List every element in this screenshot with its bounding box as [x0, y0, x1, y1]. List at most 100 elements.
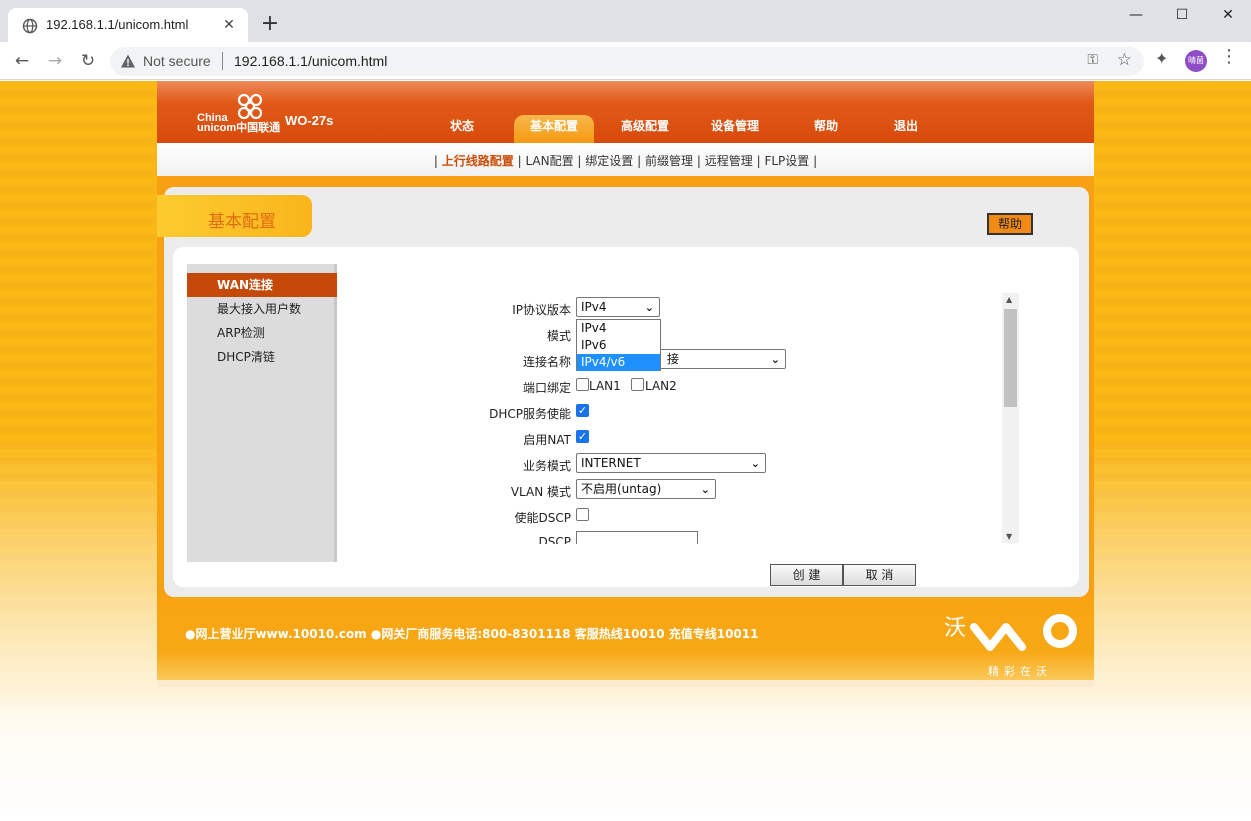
nat-enable-label: 启用NAT [523, 433, 571, 447]
new-tab-button[interactable]: + [258, 12, 282, 36]
wo-logo-glyph: 沃 [944, 616, 966, 641]
subnav-prefix-management[interactable]: 前缀管理 [645, 154, 693, 168]
sidebar-item-arp[interactable]: ARP检测 [187, 321, 337, 345]
cancel-button[interactable]: 取 消 [843, 564, 916, 586]
connection-name-value: 接 [667, 352, 680, 366]
sidebar-item-dhcp-clear[interactable]: DHCP清链 [187, 345, 337, 369]
service-mode-label: 业务模式 [522, 459, 571, 473]
dhcp-enable-label: DHCP服务使能 [489, 407, 571, 421]
subnav-uplink-config[interactable]: 上行线路配置 [442, 154, 514, 168]
lan1-checkbox[interactable] [576, 378, 589, 391]
wo-logo: 沃 精彩在沃 [942, 605, 1082, 680]
wo-logo-mark: 沃 [944, 614, 1077, 651]
service-mode-select[interactable]: INTERNET ⌄ [576, 453, 766, 473]
nav-logout[interactable]: 退出 [877, 115, 935, 143]
ip-version-option-ipv4[interactable]: IPv4 [577, 320, 660, 337]
subnav-separator: | [813, 154, 818, 168]
footer-slogan: 精彩在沃 [988, 665, 1052, 678]
subnav-flp-settings[interactable]: FLP设置 [764, 154, 809, 168]
ip-version-option-ipv4v6[interactable]: IPv4/v6 [577, 354, 660, 371]
address-divider [222, 52, 223, 70]
puzzle-icon[interactable]: ✦ [1155, 49, 1168, 68]
dscp-input[interactable] [576, 531, 698, 544]
maximize-button[interactable]: ☐ [1159, 0, 1205, 30]
vlan-mode-value: 不启用(untag) [581, 482, 662, 496]
avatar[interactable]: 晴菌 [1185, 50, 1207, 72]
key-icon[interactable]: ⚿ [1087, 52, 1098, 68]
ip-version-dropdown-list[interactable]: IPv4 IPv6 IPv4/v6 [576, 319, 661, 371]
more-menu-icon[interactable]: ⋮ [1220, 46, 1238, 67]
subnav-separator: | [577, 154, 582, 168]
wan-form: IP协议版本 IPv4 ⌄ 模式 连接名称 接 ⌄ 端口绑定 LAN1 LAN2… [347, 292, 1007, 544]
form-scrollbar[interactable]: ▲ ▼ [1002, 293, 1019, 543]
globe-icon [22, 18, 38, 34]
connection-name-label: 连接名称 [522, 355, 571, 369]
sub-navigation: | 上行线路配置 | LAN配置 | 绑定设置 | 前缀管理 | 远程管理 | … [157, 143, 1094, 176]
scroll-down-arrow-icon[interactable]: ▼ [1006, 532, 1012, 541]
brand-en-line2: unicom中国联通 [197, 122, 281, 134]
dhcp-enable-checkbox[interactable]: ✓ [576, 404, 589, 417]
side-navigation: WAN连接 最大接入用户数 ARP检测 DHCP清链 [187, 264, 337, 562]
subnav-separator: | [756, 154, 761, 168]
dscp-enable-checkbox[interactable] [576, 508, 589, 521]
close-window-button[interactable]: ✕ [1205, 0, 1251, 30]
lan2-checkbox[interactable] [631, 378, 644, 391]
browser-titlebar: 192.168.1.1/unicom.html ✕ + — ☐ ✕ [0, 0, 1251, 42]
chevron-down-icon: ⌄ [770, 353, 780, 366]
reload-button[interactable]: ↻ [76, 49, 100, 73]
vlan-mode-label: VLAN 模式 [510, 485, 571, 499]
subnav-separator: | [637, 154, 642, 168]
dscp-label: DSCP [538, 535, 571, 544]
address-bar[interactable]: Not secure 192.168.1.1/unicom.html ⚿ ☆ [110, 47, 1144, 76]
ip-version-value: IPv4 [581, 300, 607, 314]
scroll-thumb[interactable] [1004, 309, 1017, 407]
back-button[interactable]: ← [10, 49, 34, 73]
nav-status[interactable]: 状态 [432, 115, 492, 143]
nav-help[interactable]: 帮助 [797, 115, 855, 143]
create-button[interactable]: 创 建 [770, 564, 843, 586]
subnav-lan-config[interactable]: LAN配置 [525, 154, 573, 168]
ip-version-label: IP协议版本 [512, 303, 571, 317]
sidebar-item-wan[interactable]: WAN连接 [187, 273, 337, 297]
security-label[interactable]: Not secure [143, 53, 211, 69]
lan2-label: LAN2 [645, 379, 677, 393]
ip-version-option-ipv6[interactable]: IPv6 [577, 337, 660, 354]
footer-bar: ●网上营业厅www.10010.com ●网关厂商服务电话:800-830111… [157, 597, 1094, 687]
subnav-separator: | [696, 154, 701, 168]
browser-toolbar: ← → ↻ Not secure 192.168.1.1/unicom.html… [0, 42, 1251, 80]
vlan-mode-select[interactable]: 不启用(untag) ⌄ [576, 479, 716, 499]
browser-tab[interactable]: 192.168.1.1/unicom.html ✕ [8, 8, 248, 42]
nav-advanced-config[interactable]: 高级配置 [610, 115, 680, 143]
nat-enable-checkbox[interactable]: ✓ [576, 430, 589, 443]
tab-close-icon[interactable]: ✕ [218, 14, 240, 36]
nav-basic-config[interactable]: 基本配置 [514, 115, 594, 143]
warning-icon[interactable] [120, 53, 136, 69]
chevron-down-icon: ⌄ [644, 301, 654, 314]
footer-bottom-line [157, 680, 1094, 687]
port-binding-label: 端口绑定 [522, 381, 571, 395]
subnav-separator: | [517, 154, 522, 168]
router-admin-page: China unicom中国联通 WO-27s 状态 基本配置 高级配置 设备管… [157, 81, 1094, 687]
forward-button[interactable]: → [43, 49, 67, 73]
subnav-binding-settings[interactable]: 绑定设置 [585, 154, 633, 168]
help-button[interactable]: 帮助 [987, 213, 1033, 235]
footer-contact-text: ●网上营业厅www.10010.com ●网关厂商服务电话:800-830111… [185, 627, 759, 641]
subnav-separator: | [433, 154, 438, 168]
unicom-logo: China unicom中国联通 WO-27s [197, 91, 337, 136]
chevron-down-icon: ⌄ [750, 457, 760, 470]
sidebar-item-max-users[interactable]: 最大接入用户数 [187, 297, 337, 321]
subnav-remote-management[interactable]: 远程管理 [705, 154, 753, 168]
minimize-button[interactable]: — [1113, 0, 1159, 30]
url-text[interactable]: 192.168.1.1/unicom.html [234, 53, 387, 69]
section-title-tab: 基本配置 [157, 195, 312, 237]
lan1-label: LAN1 [589, 379, 621, 393]
section-title: 基本配置 [208, 212, 276, 232]
star-icon[interactable]: ☆ [1117, 50, 1132, 70]
ip-version-select[interactable]: IPv4 ⌄ [576, 297, 660, 317]
nav-device-management[interactable]: 设备管理 [700, 115, 770, 143]
service-mode-value: INTERNET [581, 456, 641, 470]
scroll-up-arrow-icon[interactable]: ▲ [1006, 295, 1012, 304]
header-bar: China unicom中国联通 WO-27s 状态 基本配置 高级配置 设备管… [157, 81, 1094, 143]
mode-label: 模式 [546, 329, 571, 343]
dscp-enable-label: 使能DSCP [514, 511, 571, 525]
